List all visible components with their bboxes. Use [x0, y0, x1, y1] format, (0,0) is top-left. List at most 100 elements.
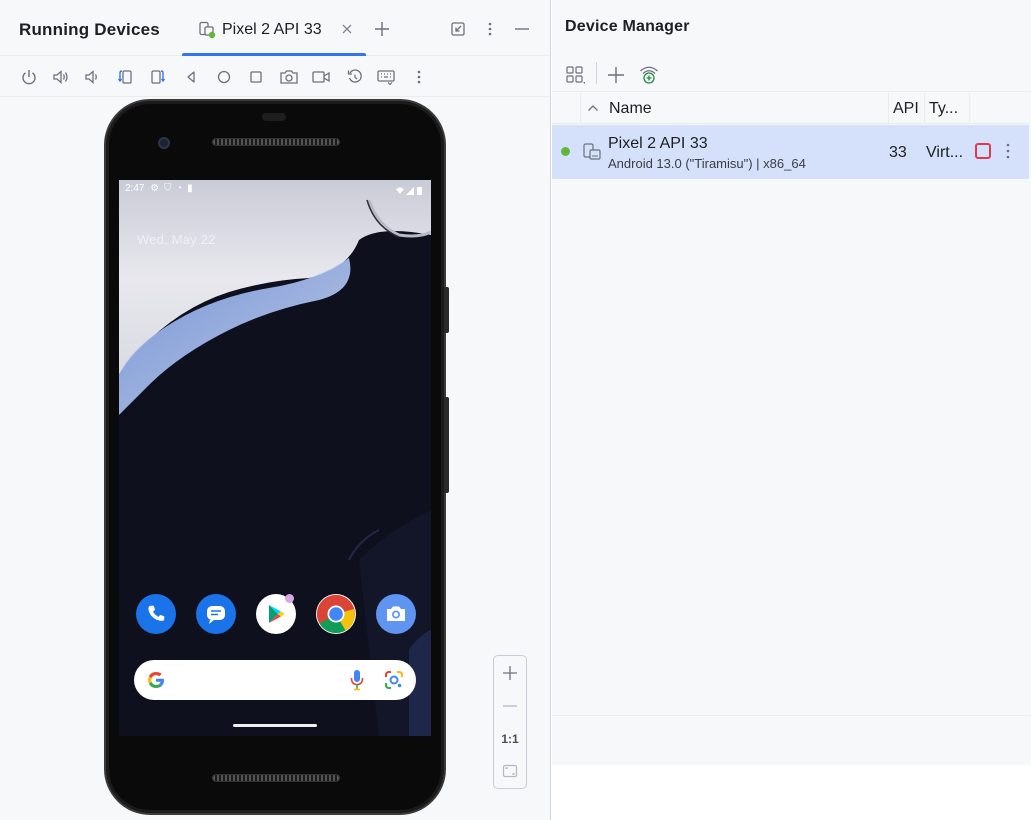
running-devices-title: Running Devices [19, 20, 160, 39]
keyboard-icon [377, 70, 395, 86]
status-time: 2:47 [125, 183, 145, 194]
device-actions-button[interactable] [1000, 141, 1016, 161]
device-manager-body: Device Manager Name API Ty... Pixel 2 AP… [552, 0, 1031, 765]
home-date: Wed, May 22 [137, 232, 216, 247]
home-icon [217, 70, 231, 84]
more-vertical-icon [488, 22, 492, 36]
keyboard-button[interactable] [374, 65, 398, 89]
device-screen[interactable]: 2:47 ⚙ ⛉ ◔ ▮ Wed, May 22 [119, 180, 431, 736]
column-header-name[interactable]: Name [609, 100, 652, 118]
more-icon [417, 70, 421, 84]
plus-icon [503, 666, 517, 680]
sim-status-icon: ▮ [187, 183, 193, 194]
shield-status-icon: ⛉ [164, 183, 172, 194]
overview-button[interactable] [244, 65, 268, 89]
home-button[interactable] [212, 65, 236, 89]
running-devices-panel: Running Devices Pixel 2 API 33 2:47 ⚙ ⛉ … [0, 0, 551, 820]
plus-icon [608, 67, 624, 83]
sort-ascending-icon[interactable] [587, 103, 599, 113]
volume-up-button[interactable] [49, 65, 73, 89]
earpiece [262, 113, 286, 121]
more-vertical-icon [1006, 143, 1010, 159]
device-frame: 2:47 ⚙ ⛉ ◔ ▮ Wed, May 22 [104, 99, 449, 815]
zoom-out-button[interactable] [494, 691, 526, 721]
options-button[interactable] [479, 18, 501, 40]
reset-button[interactable] [343, 65, 367, 89]
active-tab-indicator [182, 53, 366, 56]
messages-app-icon[interactable] [196, 594, 236, 634]
bottom-speaker-grill [212, 774, 340, 782]
more-actions-button[interactable] [407, 65, 431, 89]
device-type: Virt... [926, 144, 964, 161]
volume-side-button [444, 397, 449, 493]
minimize-button[interactable] [511, 18, 533, 40]
zoom-in-button[interactable] [494, 658, 526, 688]
column-separator [580, 93, 581, 124]
device-tab-icon [199, 21, 216, 39]
microphone-icon[interactable] [350, 669, 364, 691]
screenshot-icon [280, 70, 298, 84]
group-devices-button[interactable] [564, 64, 586, 86]
status-bar-right [395, 183, 425, 201]
actual-size-button[interactable]: 1:1 [494, 724, 526, 754]
details-divider [552, 715, 1031, 716]
screen-record-icon [312, 71, 330, 83]
back-button[interactable] [179, 65, 203, 89]
gesture-nav-bar[interactable] [233, 724, 317, 727]
column-separator [888, 93, 889, 124]
rotate-right-button[interactable] [146, 65, 170, 89]
wifi-pair-icon [640, 66, 658, 84]
tab-label: Pixel 2 API 33 [222, 21, 322, 38]
play-store-app-icon[interactable] [256, 594, 296, 634]
restore-window-button[interactable] [447, 18, 469, 40]
screen-record-button[interactable] [309, 65, 333, 89]
restore-icon [451, 22, 465, 36]
phone-app-icon[interactable] [136, 594, 176, 634]
new-tab-button[interactable] [371, 18, 393, 40]
reset-icon [347, 69, 362, 83]
power-button[interactable] [17, 65, 41, 89]
volume-down-icon [85, 70, 97, 84]
stop-device-button[interactable] [975, 143, 991, 159]
device-manager-title: Device Manager [565, 18, 690, 35]
wifi-status-icon: ◔ [176, 183, 183, 194]
toolbar-separator [596, 62, 597, 84]
device-manager-panel: Device Manager Name API Ty... Pixel 2 AP… [552, 0, 1031, 820]
device-api: 33 [889, 144, 907, 161]
wallpaper [119, 180, 431, 736]
online-status-icon [561, 147, 570, 156]
minus-icon [503, 705, 517, 707]
notification-dot [285, 594, 294, 603]
volume-down-button[interactable] [80, 65, 104, 89]
screenshot-button[interactable] [277, 65, 301, 89]
fit-screen-button[interactable] [494, 756, 526, 786]
add-device-button[interactable] [605, 64, 627, 86]
rotate-left-icon [117, 70, 132, 84]
back-icon [187, 71, 195, 83]
column-header-type[interactable]: Ty... [929, 100, 958, 118]
pair-wifi-button[interactable] [638, 63, 660, 85]
volume-up-icon [53, 70, 68, 84]
device-toolbar [0, 57, 551, 97]
running-devices-header: Running Devices Pixel 2 API 33 [0, 0, 551, 56]
device-name: Pixel 2 API 33 [608, 135, 708, 152]
google-search-bar[interactable] [134, 660, 416, 700]
google-logo-icon [148, 671, 164, 688]
front-camera [158, 137, 170, 149]
table-row[interactable]: Pixel 2 API 33 Android 13.0 ("Tiramisu")… [552, 125, 1029, 179]
virtual-device-icon [583, 143, 601, 160]
rotate-left-button[interactable] [113, 65, 137, 89]
close-icon[interactable] [340, 22, 354, 36]
column-header-api[interactable]: API [893, 100, 919, 118]
grid-icon [566, 66, 585, 84]
power-side-button [444, 287, 449, 333]
chrome-app-icon[interactable] [316, 594, 356, 634]
rotate-right-icon [151, 70, 166, 84]
minimize-icon [515, 28, 529, 30]
device-details: Android 13.0 ("Tiramisu") | x86_64 [608, 156, 806, 171]
column-separator [969, 93, 970, 124]
settings-status-icon: ⚙ [150, 183, 160, 194]
lens-icon[interactable] [384, 670, 404, 690]
tab-pixel-2-api-33[interactable]: Pixel 2 API 33 [182, 0, 366, 56]
camera-app-icon[interactable] [376, 594, 416, 634]
